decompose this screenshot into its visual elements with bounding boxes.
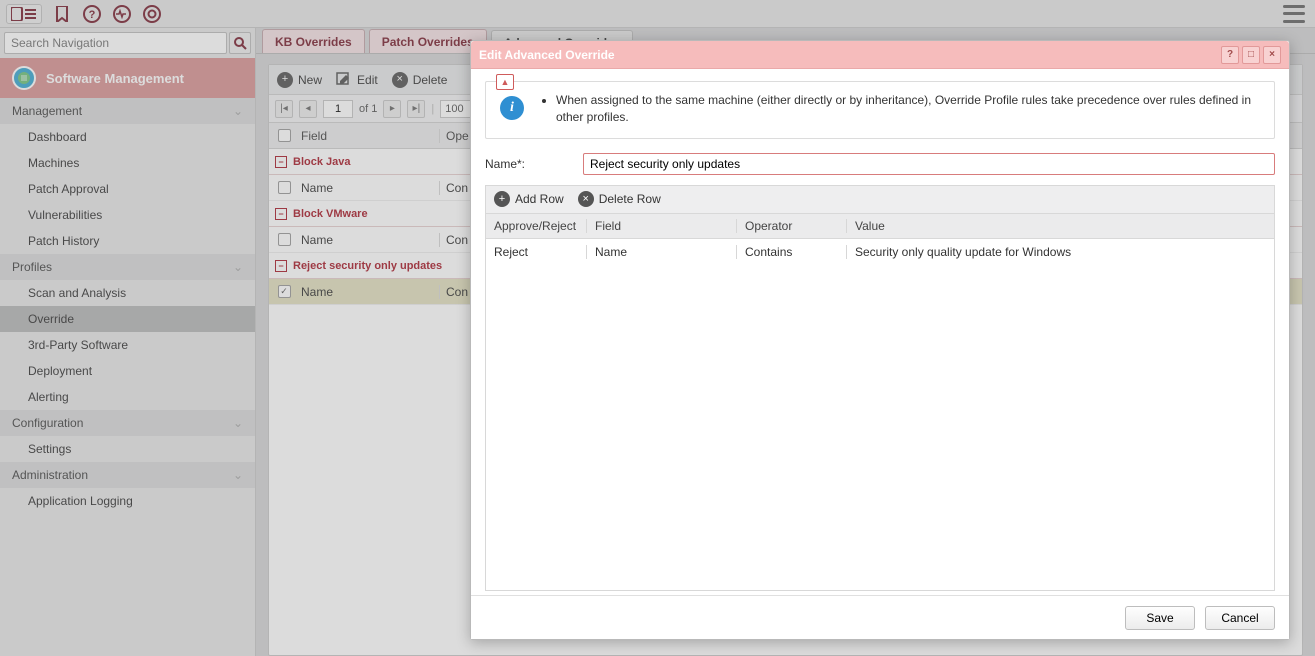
delete-row-button[interactable]: × Delete Row	[578, 191, 661, 207]
col-approve[interactable]: Approve/Reject	[486, 219, 586, 233]
name-label: Name*:	[485, 157, 575, 171]
add-row-button[interactable]: + Add Row	[494, 191, 564, 207]
rule-row[interactable]: Reject Name Contains Security only quali…	[486, 239, 1274, 265]
info-bullet: When assigned to the same machine (eithe…	[556, 92, 1260, 126]
dialog-footer: Save Cancel	[471, 595, 1289, 639]
cell-operator: Contains	[736, 245, 846, 259]
plus-icon: +	[494, 191, 510, 207]
cell-value: Security only quality update for Windows	[846, 245, 1074, 259]
x-icon: ×	[578, 191, 594, 207]
save-button[interactable]: Save	[1125, 606, 1195, 630]
col-value[interactable]: Value	[846, 219, 1074, 233]
dialog-maximize-icon[interactable]: □	[1242, 46, 1260, 64]
rules-body: Reject Name Contains Security only quali…	[485, 239, 1275, 591]
info-icon: i	[500, 96, 524, 120]
name-input[interactable]	[583, 153, 1275, 175]
collapse-up-icon[interactable]: ▲	[496, 74, 514, 90]
app-root: ? Software Management	[0, 0, 1315, 656]
delete-row-label: Delete Row	[599, 192, 661, 206]
info-text: When assigned to the same machine (eithe…	[538, 92, 1260, 126]
rules-header: Approve/Reject Field Operator Value	[485, 213, 1275, 239]
col-operator[interactable]: Operator	[736, 219, 846, 233]
cancel-button[interactable]: Cancel	[1205, 606, 1275, 630]
dialog-close-icon[interactable]: ×	[1263, 46, 1281, 64]
col-field[interactable]: Field	[586, 219, 736, 233]
cell-field: Name	[586, 245, 736, 259]
cell-approve: Reject	[486, 245, 586, 259]
dialog-titlebar[interactable]: Edit Advanced Override ? □ ×	[471, 41, 1289, 69]
add-row-label: Add Row	[515, 192, 564, 206]
edit-override-dialog: Edit Advanced Override ? □ × ▲ i When as…	[470, 40, 1290, 640]
dialog-help-icon[interactable]: ?	[1221, 46, 1239, 64]
info-panel: ▲ i When assigned to the same machine (e…	[485, 81, 1275, 139]
rules-toolbar: + Add Row × Delete Row	[485, 185, 1275, 213]
dialog-title: Edit Advanced Override	[479, 48, 615, 62]
